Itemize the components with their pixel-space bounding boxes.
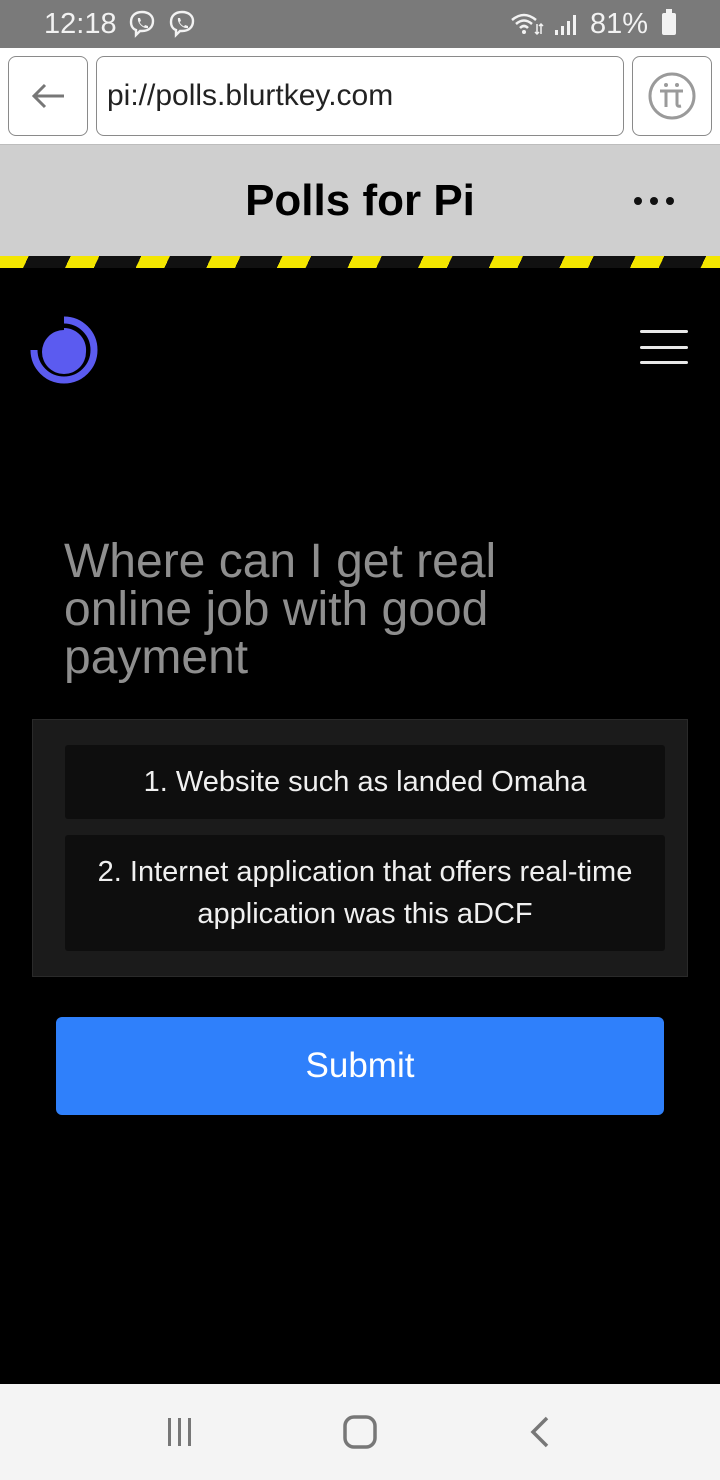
back-nav-button[interactable]	[510, 1402, 570, 1462]
poll-page: Where can I get real online job with goo…	[0, 268, 720, 1384]
hazard-stripe	[0, 256, 720, 268]
battery-icon	[662, 9, 676, 35]
more-options-button[interactable]	[634, 183, 674, 219]
recent-apps-icon	[168, 1418, 191, 1446]
pi-browser-button[interactable]	[632, 56, 712, 136]
more-dots-icon	[666, 197, 674, 205]
poll-option-2[interactable]: 2. Internet application that offers real…	[65, 835, 665, 951]
url-field[interactable]: pi://polls.blurtkey.com	[96, 56, 624, 136]
status-left: 12:18	[44, 8, 197, 41]
arrow-left-icon	[31, 83, 64, 109]
options-panel: 1. Website such as landed Omaha 2. Inter…	[32, 719, 688, 977]
status-right: 81%	[510, 8, 676, 41]
menu-line	[640, 330, 688, 333]
status-bar: 12:18 81%	[0, 0, 720, 48]
menu-line	[640, 361, 688, 364]
viber-icon	[129, 10, 154, 38]
more-dots-icon	[650, 197, 658, 205]
status-time: 12:18	[44, 7, 117, 40]
home-button[interactable]	[330, 1402, 390, 1462]
system-nav-bar	[0, 1384, 720, 1480]
app-header: Polls for Pi	[0, 144, 720, 256]
home-icon	[343, 1415, 377, 1449]
more-dots-icon	[634, 197, 642, 205]
menu-line	[640, 345, 688, 349]
browser-bar: pi://polls.blurtkey.com	[0, 48, 720, 144]
recent-apps-button[interactable]	[150, 1402, 210, 1462]
app-title: Polls for Pi	[245, 175, 475, 225]
wifi-icon	[511, 13, 544, 36]
poll-question: Where can I get real online job with goo…	[64, 535, 497, 684]
hamburger-menu-button[interactable]	[640, 330, 688, 364]
submit-button[interactable]: Submit	[56, 1017, 664, 1115]
pie-logo-icon[interactable]	[30, 316, 98, 384]
back-icon	[530, 1416, 549, 1448]
pi-browser-icon	[648, 72, 696, 120]
viber-icon	[169, 10, 194, 38]
back-button[interactable]	[8, 56, 88, 136]
poll-option-1[interactable]: 1. Website such as landed Omaha	[65, 745, 665, 819]
signal-icon	[554, 15, 576, 35]
battery-percent: 81%	[589, 7, 648, 40]
